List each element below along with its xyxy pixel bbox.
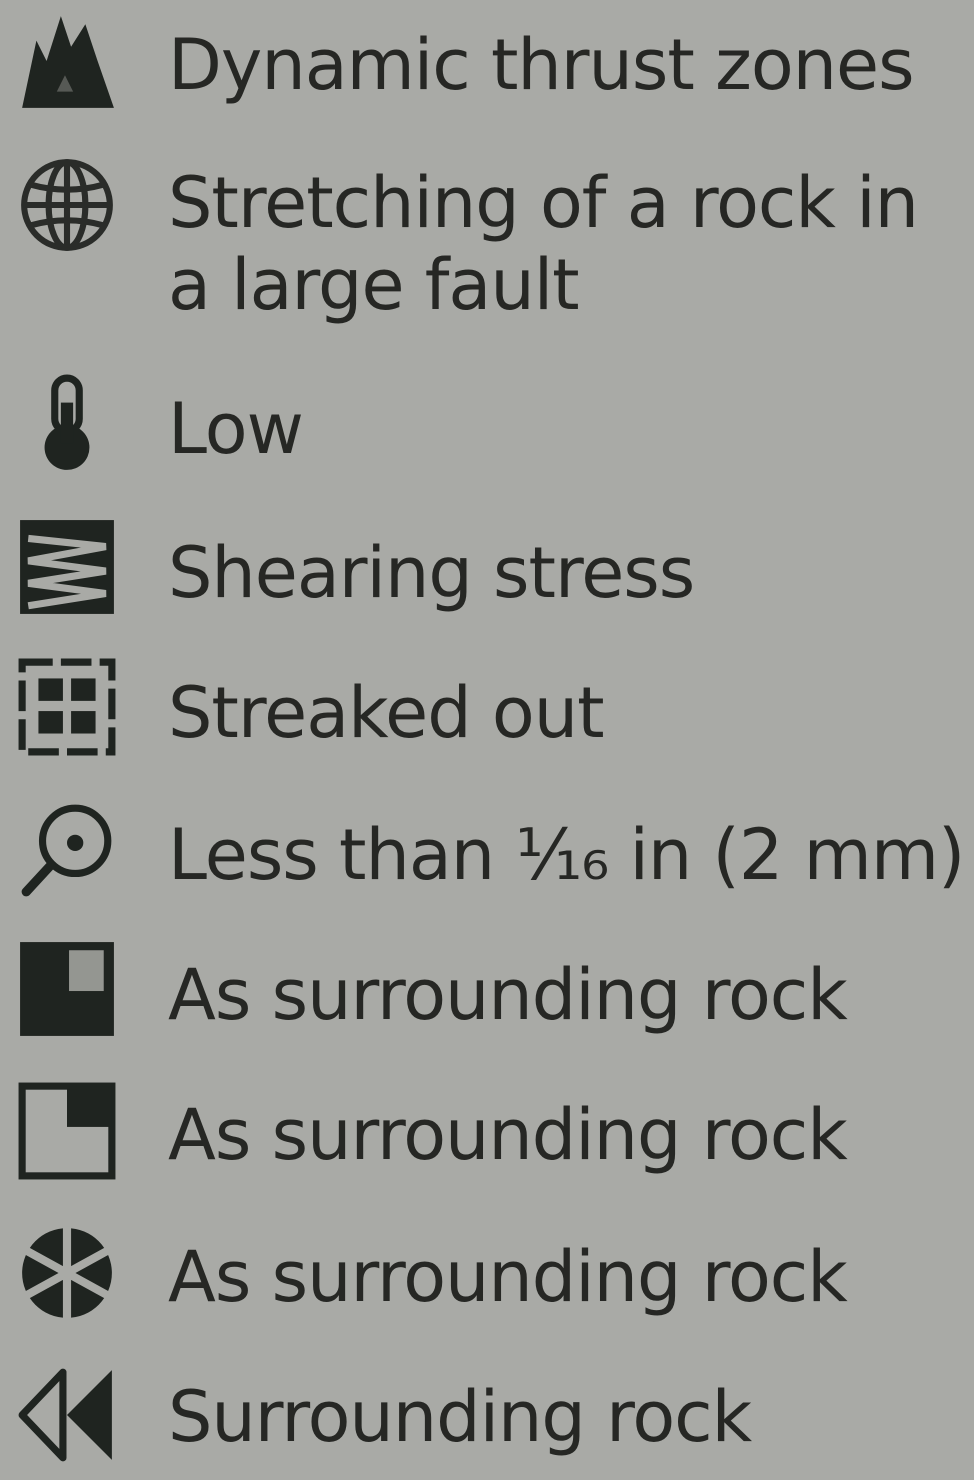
legend-item: Dynamic thrust zones bbox=[0, 6, 974, 126]
globe-icon bbox=[16, 154, 118, 256]
legend-item: Low bbox=[0, 372, 974, 492]
legend-item: Shearing stress bbox=[0, 514, 974, 634]
legend-item: As surrounding rock bbox=[0, 1078, 974, 1198]
legend-item-label: Dynamic thrust zones bbox=[168, 24, 915, 106]
double-left-arrow-icon bbox=[16, 1364, 118, 1466]
thermometer-icon bbox=[16, 372, 118, 474]
legend-item-label: Stretching of a rock in a large fault bbox=[168, 162, 919, 326]
legend-item: Surrounding rock bbox=[0, 1360, 974, 1480]
mountain-peaks-icon bbox=[16, 10, 118, 112]
legend-item-label: Less than ⅟₁₆ in (2 mm) bbox=[168, 814, 965, 896]
legend-item-label: As surrounding rock bbox=[168, 954, 848, 1036]
legend-item: Stretching of a rock in a large fault bbox=[0, 148, 974, 328]
zigzag-layers-icon bbox=[16, 516, 118, 618]
legend-item-label: Low bbox=[168, 388, 304, 470]
legend-item-label: Shearing stress bbox=[168, 532, 695, 614]
legend-item-label: As surrounding rock bbox=[168, 1094, 848, 1176]
corner-square-icon bbox=[16, 1080, 118, 1182]
legend-item: As surrounding rock bbox=[0, 1220, 974, 1340]
filled-square-icon bbox=[16, 938, 118, 1040]
grid-squares-icon bbox=[16, 656, 118, 758]
legend-item-label: Surrounding rock bbox=[168, 1376, 752, 1458]
legend-item: As surrounding rock bbox=[0, 938, 974, 1058]
legend-list: Dynamic thrust zones Stretching of a roc… bbox=[0, 0, 974, 1464]
legend-item: Less than ⅟₁₆ in (2 mm) bbox=[0, 796, 974, 916]
legend-item: Streaked out bbox=[0, 654, 974, 774]
segmented-circle-icon bbox=[16, 1222, 118, 1324]
magnifier-icon bbox=[16, 798, 118, 900]
legend-item-label: Streaked out bbox=[168, 672, 605, 754]
legend-item-label: As surrounding rock bbox=[168, 1236, 848, 1318]
